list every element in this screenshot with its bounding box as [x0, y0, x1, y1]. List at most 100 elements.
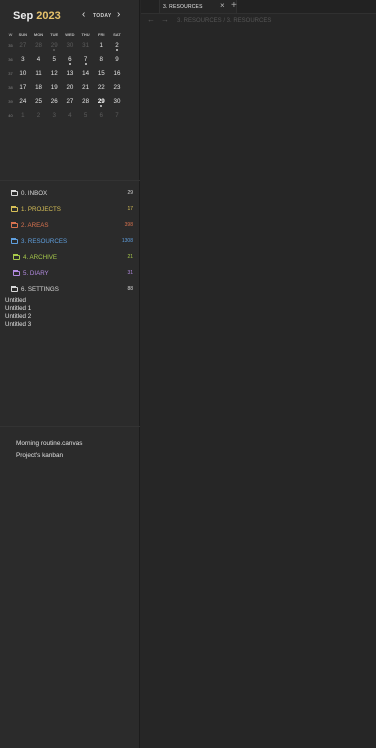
- calendar-day[interactable]: 5: [46, 52, 62, 66]
- calendar-day[interactable]: 1: [93, 38, 109, 52]
- calendar-day[interactable]: 26: [46, 94, 62, 108]
- calendar-year: 2023: [36, 10, 61, 22]
- folder-icon: [11, 206, 18, 212]
- folder-label: 4. ARCHIVE: [23, 254, 58, 261]
- folder-icon: [13, 270, 20, 276]
- calendar-day[interactable]: 22: [93, 80, 109, 94]
- bookmark-morning-routine[interactable]: Morning routine.canvas: [16, 440, 82, 447]
- file-untitled[interactable]: Untitled: [5, 297, 26, 304]
- calendar-day[interactable]: 28: [31, 38, 47, 52]
- chevron-left-icon[interactable]: ‹: [82, 9, 85, 20]
- week-number[interactable]: 39: [6, 94, 15, 108]
- folder-label: 2. AREAS: [21, 222, 49, 229]
- week-number[interactable]: 37: [6, 66, 15, 80]
- week-number[interactable]: 40: [6, 108, 15, 122]
- calendar-day[interactable]: 28: [78, 94, 94, 108]
- calendar-day[interactable]: 20: [62, 80, 78, 94]
- chevron-right-icon[interactable]: ›: [117, 9, 120, 20]
- calendar-day[interactable]: 23: [109, 80, 125, 94]
- week-number[interactable]: 35: [6, 38, 15, 52]
- calendar-day[interactable]: 4: [31, 52, 47, 66]
- folder-label: 5. DIARY: [23, 270, 49, 277]
- calendar-day[interactable]: 3: [46, 108, 62, 122]
- folder-projects[interactable]: 1. PROJECTS 17: [11, 206, 137, 218]
- calendar-day[interactable]: 4: [62, 108, 78, 122]
- calendar-day[interactable]: 5: [78, 108, 94, 122]
- left-sidebar: Sep 2023 ‹ TODAY › W SUN MON TUE WED THU…: [0, 0, 140, 748]
- folder-resources[interactable]: 3. RESOURCES 1308: [11, 238, 137, 250]
- folder-archive[interactable]: 4. ARCHIVE 21: [13, 254, 137, 266]
- folder-count: 17: [127, 206, 133, 212]
- folder-icon: [11, 190, 18, 196]
- calendar-day[interactable]: 15: [93, 66, 109, 80]
- folder-icon: [11, 286, 18, 292]
- calendar-day[interactable]: 6: [62, 52, 78, 66]
- calendar-day[interactable]: 3: [15, 52, 31, 66]
- calendar-day[interactable]: 9: [109, 52, 125, 66]
- calendar-day[interactable]: 19: [46, 80, 62, 94]
- calendar-day[interactable]: 18: [31, 80, 47, 94]
- file-untitled-3[interactable]: Untitled 3: [5, 321, 31, 328]
- forward-arrow-icon[interactable]: →: [161, 15, 169, 24]
- folder-label: 0. INBOX: [21, 190, 48, 197]
- folder-inbox[interactable]: 0. INBOX 29: [11, 190, 137, 202]
- note-dot: [115, 49, 118, 51]
- week-number[interactable]: 38: [6, 80, 15, 94]
- folder-icon: [11, 238, 18, 244]
- folder-diary[interactable]: 5. DIARY 31: [13, 270, 137, 282]
- tab-resources[interactable]: 3. RESOURCES ×: [159, 0, 237, 13]
- calendar-day[interactable]: 2: [31, 108, 47, 122]
- calendar-day[interactable]: 10: [15, 66, 31, 80]
- calendar-header: Sep 2023 ‹ TODAY ›: [13, 9, 135, 27]
- calendar-day[interactable]: 25: [31, 94, 47, 108]
- calendar-day[interactable]: 16: [109, 66, 125, 80]
- day-header: SUN: [18, 31, 28, 37]
- calendar-day[interactable]: 27: [15, 38, 31, 52]
- calendar-day[interactable]: 29: [93, 94, 109, 108]
- folder-count: 1308: [121, 238, 133, 244]
- file-untitled-2[interactable]: Untitled 2: [5, 313, 31, 320]
- day-header: FRI: [98, 31, 105, 37]
- calendar-day[interactable]: 30: [109, 94, 125, 108]
- calendar-day[interactable]: 13: [62, 66, 78, 80]
- calendar-day[interactable]: 6: [93, 108, 109, 122]
- calendar-day[interactable]: 2: [109, 38, 125, 52]
- folder-count: 29: [127, 190, 133, 196]
- calendar-day[interactable]: 7: [78, 52, 94, 66]
- back-arrow-icon[interactable]: ←: [147, 15, 155, 24]
- note-dot: [53, 49, 56, 51]
- folder-settings[interactable]: 6. SETTINGS 88: [11, 286, 137, 298]
- new-tab-plus-icon[interactable]: +: [231, 0, 237, 11]
- week-number[interactable]: 36: [6, 52, 15, 66]
- main-pane: 3. RESOURCES × + ← → 3. RESOURCES / 3. R…: [141, 0, 376, 748]
- folder-icon: [11, 222, 18, 228]
- bookmark-projects-kanban[interactable]: Project's kanban: [16, 452, 63, 459]
- calendar-day[interactable]: 8: [93, 52, 109, 66]
- calendar-day[interactable]: 14: [78, 66, 94, 80]
- close-icon[interactable]: ×: [220, 1, 225, 10]
- calendar-day[interactable]: 7: [109, 108, 125, 122]
- tab-bar: 3. RESOURCES × +: [141, 0, 376, 14]
- note-dot: [100, 105, 103, 107]
- calendar-day[interactable]: 21: [78, 80, 94, 94]
- folder-count: 398: [124, 222, 133, 228]
- note-dot: [84, 63, 87, 65]
- folder-areas[interactable]: 2. AREAS 398: [11, 222, 137, 234]
- calendar-day[interactable]: 24: [15, 94, 31, 108]
- calendar-day[interactable]: 31: [78, 38, 94, 52]
- breadcrumb[interactable]: 3. RESOURCES / 3. RESOURCES: [177, 18, 271, 24]
- calendar-month-year: Sep 2023: [13, 10, 61, 22]
- tab-label: 3. RESOURCES: [163, 4, 203, 10]
- calendar-day[interactable]: 12: [46, 66, 62, 80]
- file-untitled-1[interactable]: Untitled 1: [5, 305, 31, 312]
- calendar-day[interactable]: 1: [15, 108, 31, 122]
- calendar-day[interactable]: 29: [46, 38, 62, 52]
- calendar-day[interactable]: 17: [15, 80, 31, 94]
- calendar-day[interactable]: 30: [62, 38, 78, 52]
- calendar-day[interactable]: 11: [31, 66, 47, 80]
- today-button[interactable]: TODAY: [93, 13, 111, 19]
- section-divider: [0, 180, 140, 181]
- calendar-day[interactable]: 27: [62, 94, 78, 108]
- folder-count: 31: [127, 270, 133, 276]
- day-header: THU: [81, 31, 90, 37]
